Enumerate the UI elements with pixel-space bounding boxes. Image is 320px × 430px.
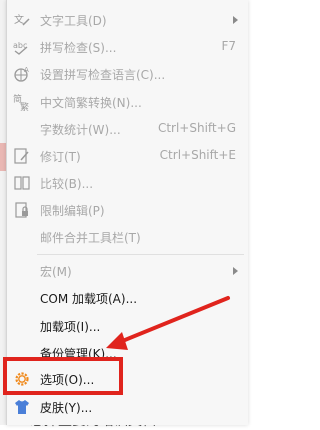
annotation-arrow-icon [106, 296, 230, 350]
